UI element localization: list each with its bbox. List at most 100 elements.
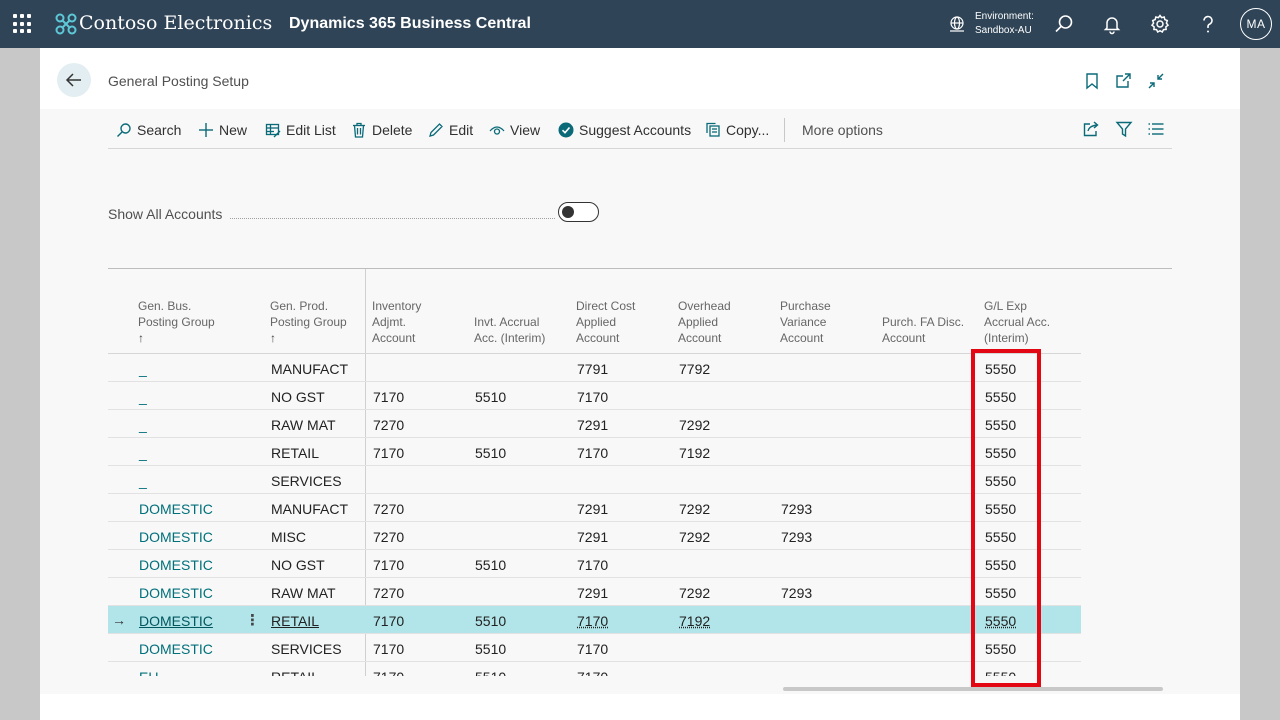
delete-action[interactable]: Delete (351, 121, 412, 139)
cell-inv: 7170 (373, 613, 405, 629)
share-icon[interactable] (1082, 120, 1100, 138)
cell-oh: 7792 (679, 361, 711, 377)
header-line: Inventory (372, 299, 422, 313)
column-header-invt-accrual-acc-interim[interactable]: Invt. Accrual Acc. (Interim) (474, 298, 545, 346)
edit-action[interactable]: Edit (428, 121, 473, 139)
horizontal-scrollbar[interactable] (783, 687, 1163, 691)
environment-indicator[interactable]: Environment: Sandbox-AU (975, 10, 1034, 38)
grid-top-border (108, 268, 1172, 269)
cell-bus[interactable]: _ (139, 473, 147, 489)
show-all-accounts-toggle[interactable] (558, 202, 599, 222)
table-row[interactable]: _ RETAIL 7170 5510 7170 7192 5550 (108, 438, 1081, 466)
column-header-purch-fa-disc-account[interactable]: Purch. FA Disc. Account (882, 298, 964, 346)
column-header-overhead-applied-account[interactable]: Overhead Applied Account (678, 298, 731, 346)
cell-accr: 5510 (475, 389, 507, 405)
cell-bus[interactable]: _ (139, 361, 147, 377)
filter-icon[interactable] (1115, 120, 1133, 138)
copy-action[interactable]: Copy... (705, 121, 769, 139)
header-line: Account (372, 331, 416, 345)
cell-bus[interactable]: DOMESTIC (139, 641, 213, 657)
table-row[interactable]: EURETAIL7170551071705550 (108, 662, 1081, 676)
collapse-icon[interactable] (1147, 72, 1165, 90)
cell-dc: 7291 (577, 501, 609, 517)
table-row[interactable]: DOMESTIC NO GST 7170 5510 7170 5550 (108, 550, 1081, 578)
cell-dc: 7170 (577, 557, 609, 573)
new-label: New (219, 122, 248, 138)
table-row[interactable]: _ MANUFACT 7791 7792 5550 (108, 354, 1081, 382)
cell-bus[interactable]: _ (139, 445, 147, 461)
column-header-gen-bus-posting-group[interactable]: Gen. Bus. Posting Group ↑ (138, 298, 215, 346)
table-row[interactable]: _ SERVICES 5550 (108, 466, 1081, 494)
cell-dc: 7170 (577, 613, 609, 629)
user-avatar[interactable]: MA (1240, 8, 1272, 40)
header-line: Invt. Accrual (474, 315, 540, 329)
column-header-gen-prod-posting-group[interactable]: Gen. Prod. Posting Group ↑ (270, 298, 347, 346)
cell-bus[interactable]: _ (139, 389, 147, 405)
highlight-box (971, 349, 1041, 687)
cell-oh: 7292 (679, 529, 711, 545)
table-row[interactable]: _ NO GST 7170 5510 7170 5550 (108, 382, 1081, 410)
header-line: Posting Group (270, 315, 347, 329)
cell-inv: 7270 (373, 529, 405, 545)
cell-bus[interactable]: EU (139, 669, 158, 676)
product-name: Dynamics 365 Business Central (289, 15, 531, 32)
table-row[interactable]: DOMESTIC RAW MAT 7270 7291 7292 7293 5550 (108, 578, 1081, 606)
more-options-action[interactable]: More options (802, 121, 883, 139)
table-row[interactable]: DOMESTIC SERVICES 7170 5510 7170 5550 (108, 634, 1081, 662)
search-icon (117, 123, 131, 137)
more-options-label: More options (802, 122, 883, 138)
cell-dc: 7291 (577, 417, 609, 433)
cell-oh: 7292 (679, 585, 711, 601)
edit-list-action[interactable]: Edit List (265, 121, 336, 139)
table-row[interactable]: DOMESTIC MANUFACT 7270 7291 7292 7293 5550 (108, 494, 1081, 522)
cell-bus[interactable]: DOMESTIC (139, 529, 213, 545)
app-launcher-icon[interactable] (13, 14, 33, 34)
open-new-window-icon[interactable] (1114, 72, 1132, 90)
back-button[interactable] (57, 63, 91, 97)
help-icon[interactable] (1197, 13, 1219, 35)
cell-dc: 7291 (577, 529, 609, 545)
bookmark-icon[interactable] (1083, 72, 1101, 90)
cell-accr: 5510 (475, 613, 507, 629)
column-header-gl-exp-accrual-acc-interim[interactable]: G/L Exp Accrual Acc. (Interim) (984, 298, 1050, 346)
action-bar: Search New Edit List Delete Edit View Su… (108, 109, 1172, 149)
cell-accr: 5510 (475, 557, 507, 573)
cell-prod: SERVICES (271, 641, 342, 657)
current-row-arrow-icon: → (112, 612, 126, 628)
column-header-purchase-variance-account[interactable]: Purchase Variance Account (780, 298, 831, 346)
cell-prod: RETAIL (271, 613, 319, 629)
suggest-accounts-label: Suggest Accounts (579, 122, 692, 138)
copy-icon (706, 122, 720, 137)
cell-prod: RETAIL (271, 669, 319, 676)
notifications-bell-icon[interactable] (1101, 13, 1123, 35)
row-actions-menu-icon[interactable]: ⋮ (245, 611, 260, 629)
view-label: View (510, 122, 541, 138)
sort-ascending-icon: ↑ (138, 331, 144, 345)
checkmark-circle-icon (558, 122, 574, 138)
pencil-icon (429, 123, 443, 137)
search-icon[interactable] (1053, 13, 1075, 35)
cell-accr: 5510 (475, 445, 507, 461)
table-row[interactable]: _ RAW MAT 7270 7291 7292 5550 (108, 410, 1081, 438)
cell-bus[interactable]: DOMESTIC (139, 501, 213, 517)
column-header-direct-cost-applied-account[interactable]: Direct Cost Applied Account (576, 298, 635, 346)
list-view-icon[interactable] (1147, 120, 1165, 138)
cell-bus[interactable]: DOMESTIC (139, 585, 213, 601)
view-action[interactable]: View (489, 121, 540, 139)
suggest-accounts-action[interactable]: Suggest Accounts (558, 121, 691, 139)
settings-gear-icon[interactable] (1149, 13, 1171, 35)
cell-prod: MANUFACT (271, 361, 348, 377)
table-row[interactable]: → ⋮ DOMESTIC RETAIL 7170 5510 7170 7192 5550 (108, 606, 1081, 634)
table-row[interactable]: DOMESTIC MISC 7270 7291 7292 7293 5550 (108, 522, 1081, 550)
column-header-inventory-adjmt-account[interactable]: Inventory Adjmt. Account (372, 298, 421, 346)
new-action[interactable]: New (198, 121, 247, 139)
cell-bus[interactable]: _ (139, 417, 147, 433)
edit-label: Edit (449, 122, 474, 138)
cell-bus[interactable]: DOMESTIC (139, 613, 213, 629)
cell-bus[interactable]: DOMESTIC (139, 557, 213, 573)
action-separator (784, 118, 785, 142)
search-action[interactable]: Search (116, 121, 181, 139)
cell-prod: RAW MAT (271, 585, 336, 601)
copy-label: Copy... (726, 122, 770, 138)
cell-inv: 7270 (373, 501, 405, 517)
